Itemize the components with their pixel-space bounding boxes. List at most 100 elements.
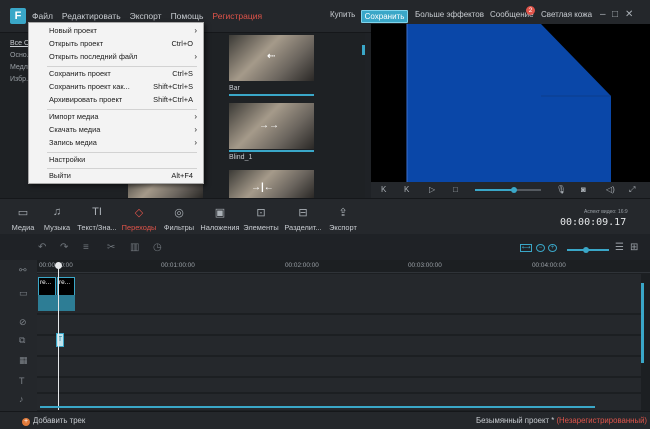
menu-item-import-media[interactable]: Импорт медиа › — [29, 111, 203, 123]
menu-item-archive[interactable]: Архивировать проект Shift+Ctrl+A — [29, 94, 203, 106]
track-headers: ⚯ ▭ ⊘ ⧉ ▦ T ♪ — [0, 260, 37, 411]
tool-split[interactable]: ⊟ Разделит... — [282, 206, 324, 232]
link-icon[interactable]: ⚯ — [19, 265, 27, 276]
undo-icon[interactable]: ↶ — [38, 242, 46, 253]
playhead[interactable] — [58, 263, 59, 410]
zoom-slider[interactable] — [567, 247, 609, 253]
transition-thumb-blind[interactable]: →→ — [229, 103, 314, 149]
duration-icon[interactable]: ◷ — [153, 242, 162, 253]
clip-audio-strip[interactable] — [38, 295, 75, 311]
text-track-icon[interactable]: T — [19, 376, 25, 386]
tool-overlays[interactable]: ▣ Наложения — [199, 206, 241, 232]
close-icon[interactable]: ✕ — [625, 9, 633, 20]
menu-bar: Файл Редактировать Экспорт Помощь Регист… — [32, 11, 271, 21]
video-track-icon[interactable]: ▭ — [19, 288, 28, 299]
preview-frame — [371, 24, 650, 182]
element-track[interactable] — [37, 357, 641, 377]
menu-item-open-project[interactable]: Открыть проект Ctrl+O — [29, 38, 203, 50]
tool-filters[interactable]: ◎ Фильтры — [161, 206, 197, 232]
library-scrollbar[interactable] — [362, 45, 365, 55]
timecode: 00:00:09.17 — [560, 217, 627, 228]
menu-item-record-media[interactable]: Запись медиа › — [29, 137, 203, 149]
text-track[interactable] — [37, 378, 641, 393]
light-skin-button[interactable]: Светлая кожа — [541, 10, 592, 19]
menu-item-save-as[interactable]: Сохранить проект как... Shift+Ctrl+S — [29, 81, 203, 93]
submenu-arrow-icon: › — [194, 26, 197, 35]
grid-view-icon[interactable]: ⊞ — [630, 242, 638, 253]
menu-export[interactable]: Экспорт — [130, 11, 162, 21]
player-controls: K K ▷ □ 🎙 ◙ ◁) ⤢ — [371, 182, 650, 198]
menu-item-new-project[interactable]: Новый проект › — [29, 25, 203, 37]
play-icon[interactable]: ▷ — [429, 185, 435, 194]
ruler-label: 00:03:00:00 — [408, 262, 442, 269]
microphone-icon[interactable]: 🎙 — [556, 185, 566, 194]
skip-back-icon[interactable]: K — [381, 185, 386, 194]
overlay-track-icon[interactable]: ⧉ — [19, 335, 25, 346]
overlays-icon: ▣ — [214, 207, 226, 219]
tool-export[interactable]: ⇪ Экспорт — [328, 206, 358, 232]
overlay-track[interactable] — [37, 336, 641, 356]
transition-track-icon[interactable]: ⊘ — [19, 317, 27, 328]
menu-separator — [47, 109, 197, 110]
transition-thumb-bar[interactable]: ⇠ — [229, 35, 314, 81]
edit-toolbar: ↶ ↷ ≡ ✂ ▥ ◷ ⟷ − + ☰ ⊞ — [0, 237, 650, 260]
app-logo: F — [10, 8, 26, 24]
menu-file[interactable]: Файл — [32, 11, 53, 21]
zoom-in-button[interactable]: + — [548, 244, 557, 252]
volume-icon[interactable]: ◁) — [606, 185, 615, 194]
zoom-out-button[interactable]: − — [536, 244, 545, 252]
more-effects-button[interactable]: Больше эффектов — [415, 10, 484, 19]
snapshot-icon[interactable]: ◙ — [581, 185, 586, 194]
menu-register[interactable]: Регистрация — [212, 11, 262, 21]
adjust-icon[interactable]: ≡ — [83, 242, 89, 253]
buy-button[interactable]: Купить — [330, 10, 355, 19]
transition-thumb[interactable]: →|← — [229, 170, 314, 198]
elements-icon: ⊡ — [256, 207, 266, 219]
tool-text[interactable]: TI Текст/Зна... — [76, 206, 118, 232]
minimize-icon[interactable]: – — [600, 9, 606, 20]
menu-item-settings[interactable]: Настройки — [29, 154, 203, 166]
menu-separator — [47, 168, 197, 169]
delete-icon[interactable]: ▥ — [130, 242, 139, 253]
menu-edit[interactable]: Редактировать — [62, 11, 121, 21]
playhead-handle[interactable] — [55, 262, 62, 269]
project-name: Безымянный проект * (Незарегистрированны… — [476, 416, 648, 425]
stop-icon[interactable]: □ — [453, 185, 458, 194]
frame-back-icon[interactable]: K — [404, 185, 409, 194]
menu-help[interactable]: Помощь — [171, 11, 204, 21]
transition-track[interactable] — [37, 315, 641, 335]
video-track[interactable]: re... re... — [37, 274, 641, 314]
element-track-icon[interactable]: ▦ — [19, 355, 28, 366]
music-track[interactable] — [37, 394, 641, 411]
menu-item-save-project[interactable]: Сохранить проект Ctrl+S — [29, 68, 203, 80]
aspect-ratio-label[interactable]: Аспект видео: 16:9 — [584, 209, 628, 215]
menu-separator — [47, 152, 197, 153]
tool-music[interactable]: ♫ Музыка — [41, 206, 73, 232]
menu-item-exit[interactable]: Выйти Alt+F4 — [29, 170, 203, 182]
playback-slider[interactable] — [475, 187, 541, 193]
timeline-vertical-scrollbar[interactable] — [641, 283, 644, 363]
redo-icon[interactable]: ↷ — [60, 242, 68, 253]
timeline-horizontal-scrollbar[interactable] — [40, 406, 595, 408]
timeline-ruler[interactable]: 00:00:00:00 00:01:00:00 00:02:00:00 00:0… — [37, 260, 650, 273]
tool-elements[interactable]: ⊡ Элементы — [242, 206, 280, 232]
cut-icon[interactable]: ✂ — [107, 242, 115, 253]
fullscreen-icon[interactable]: ⤢ — [629, 185, 635, 195]
plus-icon: + — [22, 418, 30, 426]
messages-badge: 2 — [526, 6, 535, 15]
timeline: ⚯ ▭ ⊘ ⧉ ▦ T ♪ 00:00:00:00 00:01:00:00 00… — [0, 260, 650, 411]
menu-item-download-media[interactable]: Скачать медиа › — [29, 124, 203, 136]
status-bar: + Добавить трек Безымянный проект * (Неза… — [0, 411, 650, 429]
menu-item-open-recent[interactable]: Открыть последний файл › — [29, 51, 203, 63]
music-track-icon[interactable]: ♪ — [19, 394, 24, 404]
save-button[interactable]: Сохранить — [361, 10, 408, 23]
tool-transitions[interactable]: ◇ Переходы — [120, 206, 158, 232]
add-track-button[interactable]: + Добавить трек — [22, 416, 85, 426]
text-icon: TI — [92, 206, 102, 218]
ruler-label: 00:01:00:00 — [161, 262, 195, 269]
tool-media[interactable]: ▭ Медиа — [11, 206, 35, 232]
list-view-icon[interactable]: ☰ — [615, 242, 624, 253]
fit-timeline-button[interactable]: ⟷ — [520, 244, 532, 252]
video-preview[interactable] — [371, 24, 650, 182]
maximize-icon[interactable]: □ — [612, 9, 618, 20]
